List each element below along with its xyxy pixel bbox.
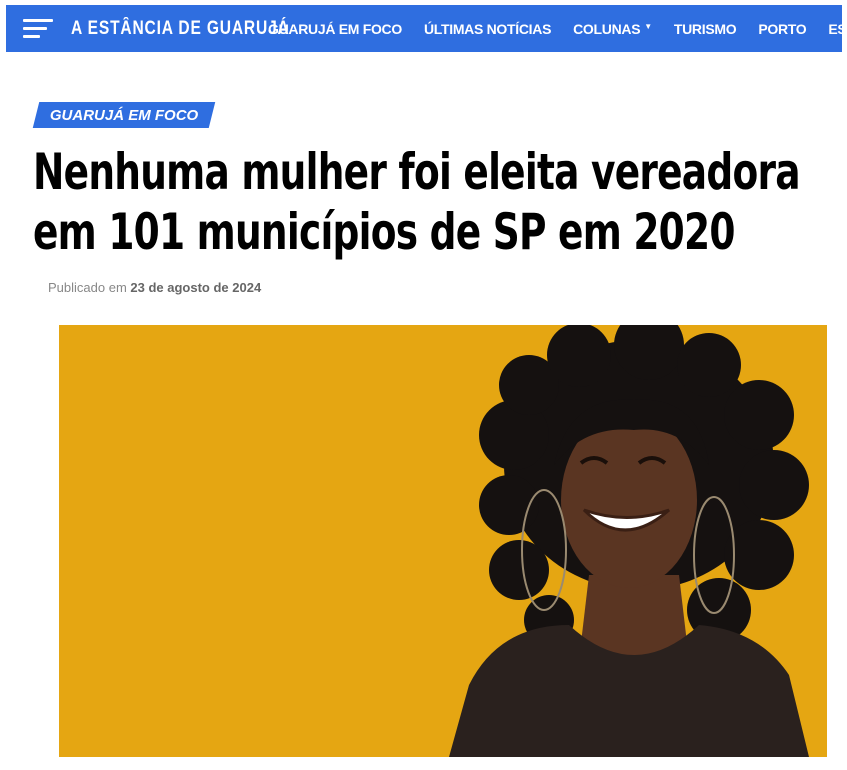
nav-item-colunas[interactable]: COLUNAS ▼ [573, 21, 652, 37]
site-title[interactable]: A ESTÂNCIA DE GUARUJÁ [71, 18, 289, 40]
nav-item-estancia-do-leitor[interactable]: ESTÂNCIA DO LEITOR [828, 21, 842, 37]
main-nav: GUARUJÁ EM FOCO ÚLTIMAS NOTÍCIAS COLUNAS… [268, 21, 842, 37]
category-badge[interactable]: GUARUJÁ EM FOCO [32, 102, 216, 128]
nav-item-label: ESTÂNCIA DO LEITOR [828, 20, 842, 37]
nav-item-porto[interactable]: PORTO [758, 21, 806, 37]
hamburger-menu-icon[interactable] [23, 18, 53, 40]
hero-illustration [59, 325, 827, 757]
publish-date: 23 de agosto de 2024 [130, 280, 262, 295]
publish-info: Publicado em 23 de agosto de 2024 [48, 280, 261, 295]
nav-item-label: COLUNAS [573, 20, 641, 37]
article-title: Nenhuma mulher foi eleita vereadora em 1… [33, 143, 801, 261]
nav-item-label: PORTO [758, 20, 807, 37]
nav-item-label: ÚLTIMAS NOTÍCIAS [423, 20, 552, 37]
hero-image [59, 325, 827, 757]
nav-item-ultimas-noticias[interactable]: ÚLTIMAS NOTÍCIAS [424, 21, 551, 37]
top-navigation-bar: A ESTÂNCIA DE GUARUJÁ GUARUJÁ EM FOCO ÚL… [6, 5, 842, 52]
nav-item-label: TURISMO [673, 20, 737, 37]
publish-prefix: Publicado em [48, 280, 127, 295]
nav-item-turismo[interactable]: TURISMO [673, 20, 737, 37]
category-label: GUARUJÁ EM FOCO [50, 106, 199, 124]
chevron-down-icon: ▼ [644, 22, 652, 31]
